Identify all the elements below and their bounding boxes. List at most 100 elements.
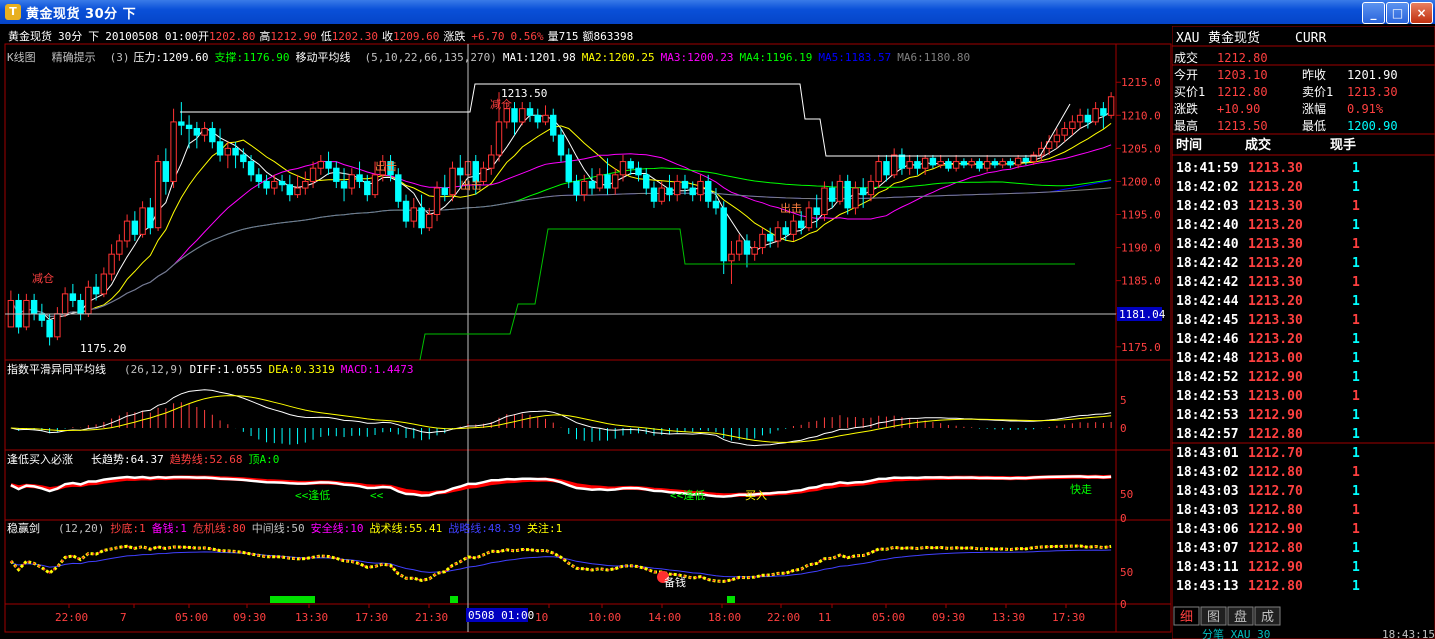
tick-price: 1213.20 [1248,332,1303,347]
trend-signal: 买入 [745,489,767,502]
candle [906,154,913,175]
candle [914,154,921,175]
candle-body [596,174,603,189]
candle [1007,158,1014,169]
candle [828,181,836,208]
minimize-button[interactable]: _ [1362,2,1385,24]
close-button[interactable]: × [1410,2,1433,24]
candle [960,158,968,169]
chart-frame [4,43,1172,633]
macd-axis-label: 0 [1120,422,1127,435]
trend-header: 逢低买入必涨 长趋势:64.37 趋势线:52.68 顶A:0 [7,452,279,466]
tick-volume: 1 [1352,237,1360,252]
candle [991,158,999,169]
tab-label[interactable]: 盘 [1234,609,1247,625]
label-part: 1202.30 [332,30,378,43]
label-part: 逢低买入必涨 [7,453,73,466]
candle [805,201,813,232]
candle [7,290,15,328]
candle-body [867,180,875,196]
label-part: 863398 [594,30,634,43]
candle-body [116,240,123,255]
time-axis-label: 22:00 [55,611,88,624]
price-axis-label: 1185.0 [1121,275,1161,288]
candle-body [209,128,216,143]
candle [232,141,239,169]
time-axis-label: 05:00 [175,611,208,624]
candle [193,121,201,149]
tab-label[interactable]: 细 [1180,610,1193,625]
candle-body [797,220,805,229]
candle-body [131,220,139,235]
chart-area[interactable]: 黄金现货 30分下 20100508 01:00开1202.80 高1212.90 低1… [0,24,1172,639]
label-part: 涨跌 [443,29,465,43]
candle-body [883,161,890,176]
tick-volume: 1 [1352,541,1360,556]
candle-body [488,154,495,169]
candle [759,227,766,255]
tick-time: 18:43:06 [1176,522,1239,537]
candle-body [619,161,627,176]
quote-code: XAU [1176,31,1199,46]
tick-volume: 1 [1352,446,1360,461]
candle [131,211,139,241]
candle-body [952,161,960,169]
label-part: 1202.80 [209,30,255,43]
tick-time: 18:42:02 [1176,180,1239,195]
candle-body [550,114,557,136]
label-part: MA3:1200.23 [661,51,734,64]
candle [883,154,890,182]
candle [542,105,549,126]
label-part: K线图 [7,50,36,64]
candle-body [983,161,991,169]
candle-body [859,187,867,196]
pressure-line [180,83,1071,157]
candle-body [999,161,1006,166]
candle-body [108,253,115,275]
candle-body [720,207,727,262]
tick-price: 1213.30 [1248,161,1303,176]
price-axis-label: 1200.0 [1121,175,1161,188]
label-part: 顶A:0 [249,453,280,466]
candle [147,197,154,235]
candle-body [689,187,696,196]
candle-body [232,147,239,156]
time-axis-label: 13:30 [295,611,328,624]
label-part: 量 [548,30,559,43]
candle [952,154,960,172]
candle-body [821,187,828,216]
label-part: DEA:0.3319 [268,363,334,376]
candle-body [402,200,410,222]
label-part: 指数平滑异同平均线 [7,362,106,376]
quote-value: 1213.30 [1347,85,1398,99]
candle [286,174,294,202]
candle [976,158,983,172]
candle-body [674,180,681,196]
candle [263,174,270,195]
tick-volume: 1 [1352,180,1360,195]
tab-label[interactable]: 图 [1207,610,1220,625]
tab-label[interactable]: 成 [1261,610,1274,625]
maximize-button[interactable]: □ [1386,2,1409,24]
tick-price: 1213.20 [1248,256,1303,271]
candle [681,174,689,195]
label-part: MA6:1180.80 [897,51,970,64]
label-part: 下 [88,30,99,43]
candle [294,174,301,198]
quote-label: 今开 [1174,67,1198,82]
candle [410,197,417,228]
trend-line [10,474,1112,498]
candle-body [302,180,309,189]
candle-body [356,174,363,182]
label-part: DIFF:1.0555 [190,363,263,376]
time-axis-label: 09:30 [932,611,965,624]
candle-body [85,286,92,315]
tick-time: 18:42:45 [1176,313,1239,328]
candle [890,148,898,179]
candle-body [162,161,170,182]
candle [209,121,216,149]
tick-time: 18:43:07 [1176,541,1239,556]
candle-body [38,313,46,321]
ma-line-5 [10,179,1112,318]
candle-body [178,121,185,126]
